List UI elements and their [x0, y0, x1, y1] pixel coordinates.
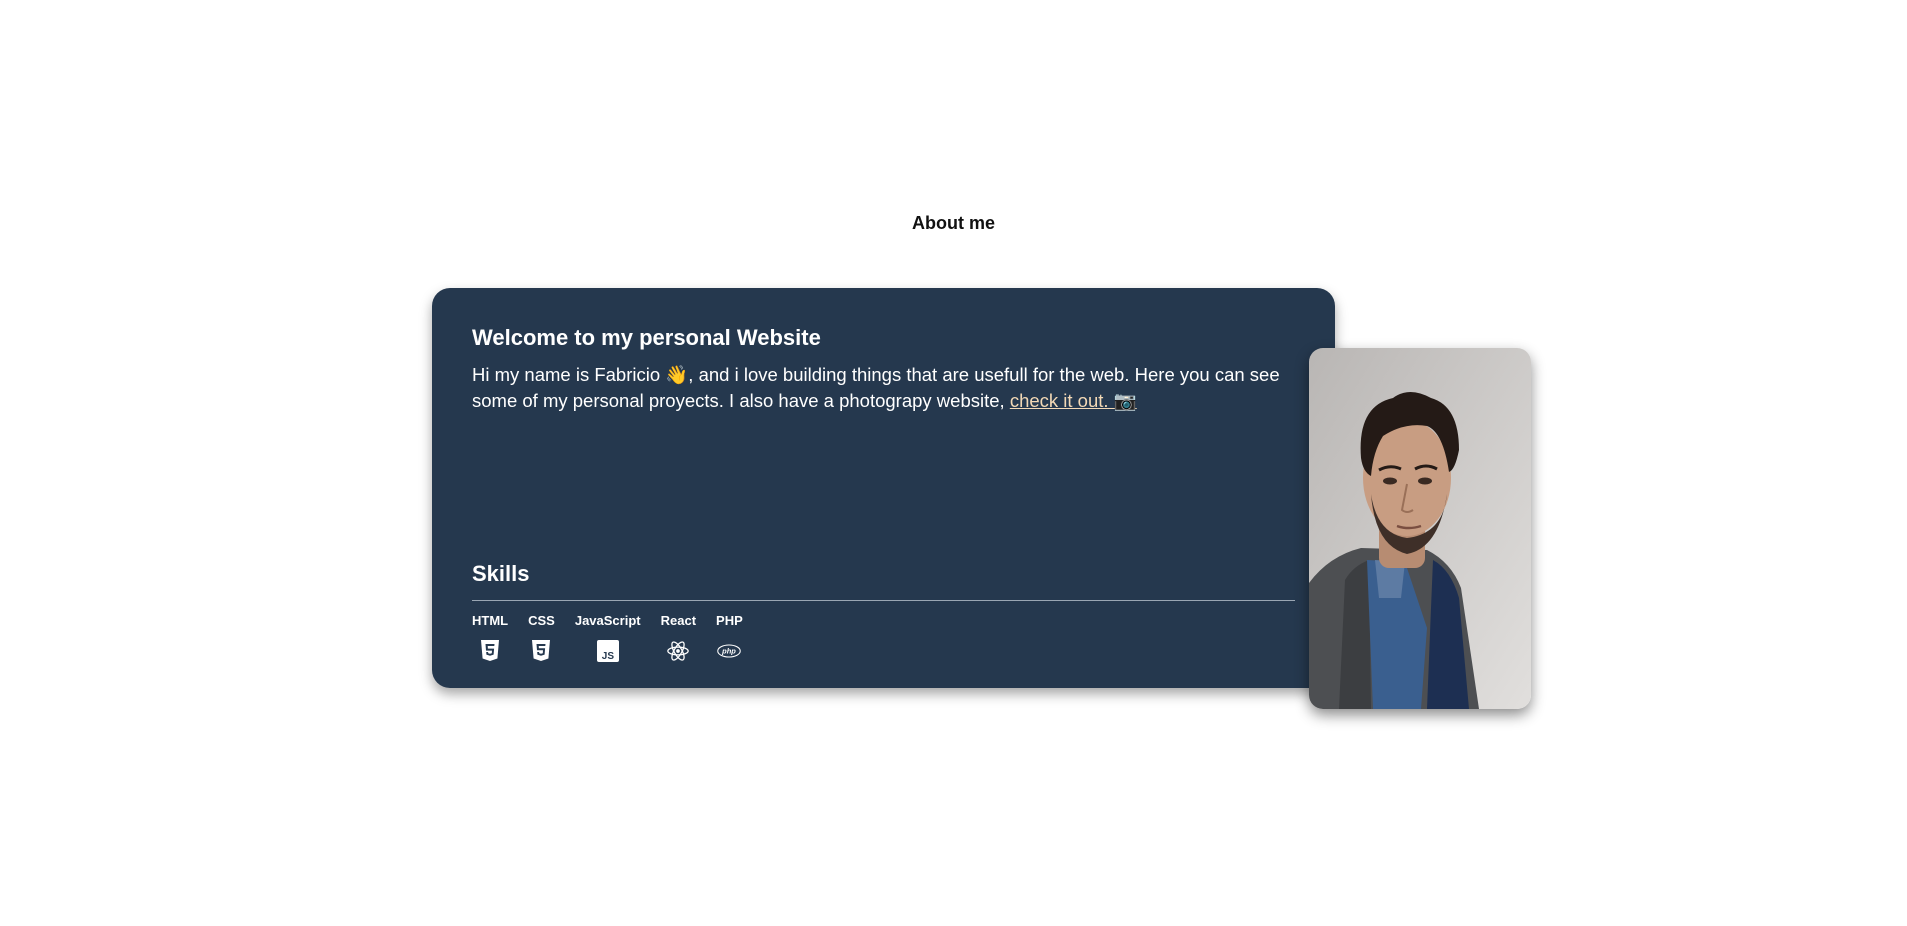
photography-link[interactable]: check it out. 📷	[1010, 390, 1137, 411]
section-title: About me	[912, 213, 995, 233]
skill-list: HTML CSS JavaScript JS React PHP php	[472, 613, 1295, 663]
html5-icon	[478, 639, 502, 663]
skills-divider	[472, 600, 1295, 601]
skills-section: Skills HTML CSS JavaScript JS React PHP …	[472, 560, 1295, 663]
skill-html: HTML	[472, 613, 508, 663]
skill-css: CSS	[528, 613, 555, 663]
react-icon	[666, 639, 690, 663]
skills-title: Skills	[472, 561, 530, 586]
svg-text:JS: JS	[601, 651, 614, 662]
skill-label: JavaScript	[574, 613, 641, 628]
php-icon: php	[717, 639, 742, 663]
intro-text: Hi my name is Fabricio 👋, and i love bui…	[472, 364, 1280, 411]
svg-text:php: php	[722, 647, 737, 656]
skill-php: PHP php	[716, 613, 743, 663]
profile-photo	[1309, 348, 1531, 709]
css3-icon	[529, 639, 553, 663]
about-card: Welcome to my personal Website Hi my nam…	[432, 288, 1335, 688]
skill-javascript: JavaScript JS	[575, 613, 641, 663]
skill-react: React	[661, 613, 696, 663]
skill-label: CSS	[528, 613, 555, 628]
skill-label: PHP	[716, 613, 743, 628]
skill-label: React	[660, 613, 697, 628]
card-title: Welcome to my personal Website	[472, 325, 821, 350]
skill-label: HTML	[472, 613, 509, 628]
intro-paragraph: Hi my name is Fabricio 👋, and i love bui…	[472, 362, 1282, 414]
javascript-icon: JS	[596, 639, 620, 663]
